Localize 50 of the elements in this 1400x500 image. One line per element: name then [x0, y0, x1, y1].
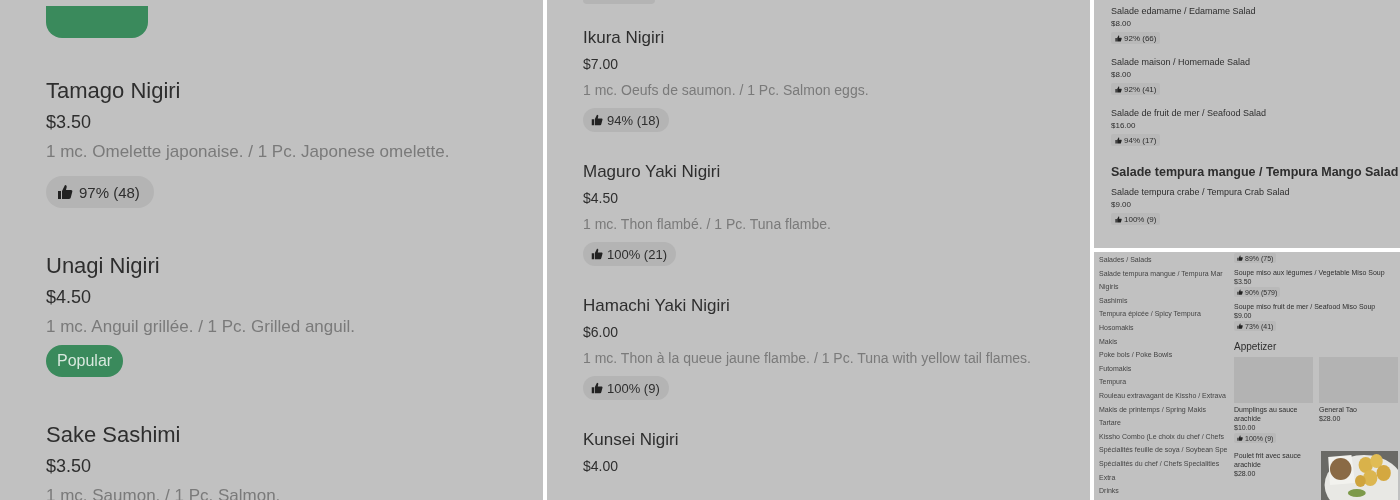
item-price: $3.50 [46, 111, 92, 134]
thumbs-up-icon [591, 382, 603, 394]
item-price: $9.00 [1111, 200, 1132, 210]
item-name: Tamago Nigiri [46, 77, 181, 105]
rating-text: 92% (66) [1124, 33, 1157, 43]
item-price: $6.00 [583, 323, 619, 342]
thumbs-up-icon [1115, 34, 1122, 42]
item-name: Hamachi Yaki Nigiri [583, 295, 730, 317]
item-name: Kunsei Nigiri [583, 429, 679, 451]
rating-text: 100% (9) [1124, 214, 1157, 224]
thumbs-up-icon [1237, 255, 1243, 261]
item-name: Salade de fruit de mer / Seafood Salad [1111, 107, 1267, 119]
item-price: $8.00 [1111, 70, 1132, 80]
thumbs-up-icon [1115, 136, 1122, 144]
item-description: 1 mc. Omelette japonaise. / 1 Pc. Japonese omelette. [46, 141, 450, 163]
thumbs-up-icon [57, 184, 73, 200]
item-description: 1 mc. Thon flambé. / 1 Pc. Tuna flambe. [583, 215, 831, 234]
section-heading: Salade tempura mangue / Tempura Mango Salad [1111, 164, 1400, 180]
item-name: Salade maison / Homemade Salad [1111, 56, 1251, 68]
rating-text: 100% (21) [607, 246, 667, 262]
thumbs-up-icon [1237, 289, 1243, 295]
item-name: Ikura Nigiri [583, 27, 665, 49]
item-description: 1 mc. Thon à la queue jaune flambe. / 1 Pc. Tuna with yellow tail flames. [583, 349, 1031, 368]
item-name: Unagi Nigiri [46, 252, 160, 280]
item-price: $4.50 [583, 189, 619, 208]
item-price: $7.00 [583, 55, 619, 74]
rating-text: 100% (9) [607, 380, 660, 396]
item-price: $8.00 [1111, 19, 1132, 29]
item-price: $16.00 [1111, 121, 1136, 131]
popular-badge: Popular [46, 345, 124, 377]
item-price: $4.00 [583, 457, 619, 476]
thumbs-up-icon [1115, 85, 1122, 93]
thumbs-up-icon [591, 114, 603, 126]
item-description: 1 mc. Oeufs de saumon. / 1 Pc. Salmon eggs. [583, 81, 869, 100]
item-name: Salade tempura crabe / Tempura Crab Salad [1111, 186, 1290, 198]
item-price: $3.50 [46, 455, 92, 478]
item-price: $4.50 [46, 286, 92, 309]
thumbs-up-icon [591, 248, 603, 260]
rating-text: 94% (18) [607, 112, 660, 128]
section-heading: Appetizer [1234, 340, 1278, 353]
item-name: Sake Sashimi [46, 421, 181, 449]
thumbs-up-icon [1237, 435, 1243, 441]
rating-text: 94% (17) [1124, 135, 1157, 145]
rating-text: 97% (48) [79, 183, 140, 201]
thumbs-up-icon [1237, 323, 1243, 329]
thumbs-up-icon [1115, 215, 1122, 223]
item-name: Salade edamame / Edamame Salad [1111, 5, 1256, 17]
item-description: 1 mc. Anguil grillée. / 1 Pc. Grilled anguil. [46, 316, 355, 338]
item-name: Maguro Yaki Nigiri [583, 161, 721, 183]
rating-text: 92% (41) [1124, 84, 1157, 94]
